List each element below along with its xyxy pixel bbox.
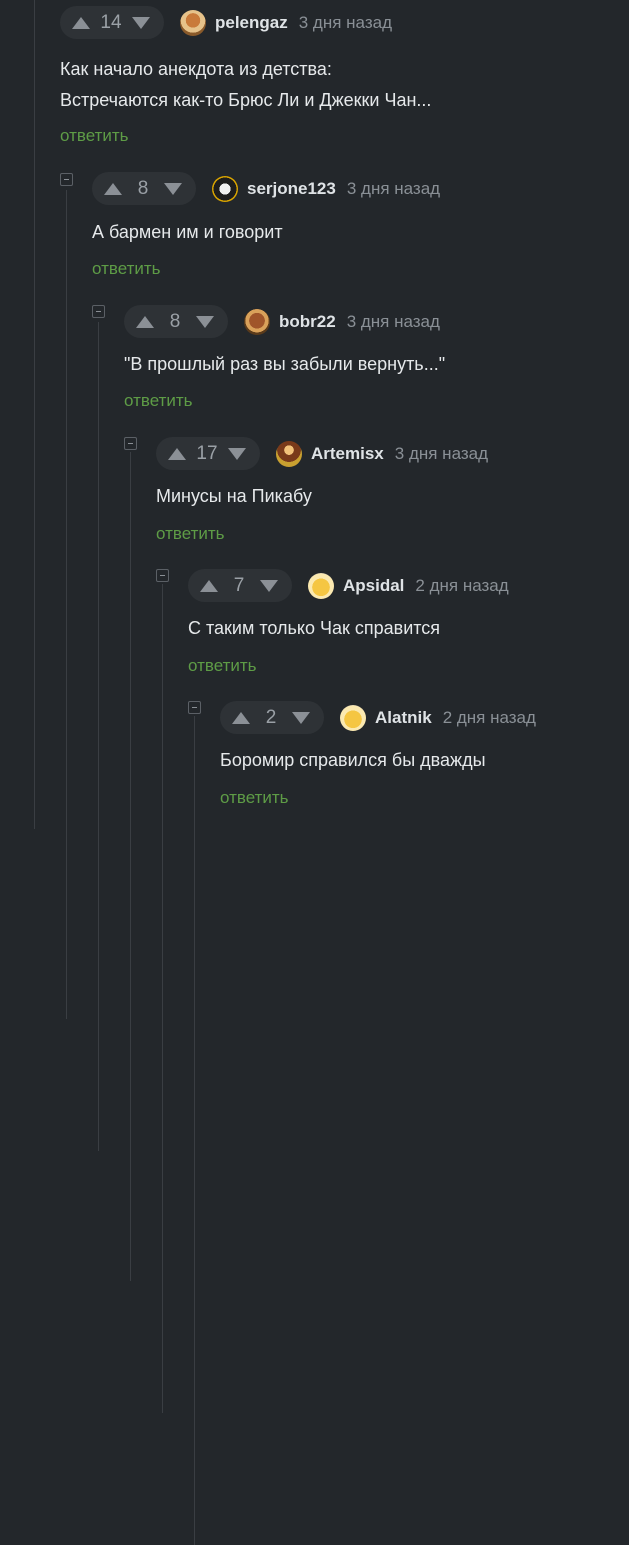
avatar[interactable] (180, 9, 206, 36)
thread-line (98, 322, 99, 1151)
collapse-button[interactable] (60, 173, 73, 186)
rating-control: 2 (220, 701, 324, 734)
comment-text-line: А бармен им и говорит (92, 222, 283, 242)
comment-time[interactable]: 2 дня назад (415, 576, 508, 596)
thread-line (162, 584, 163, 1413)
reply-link[interactable]: ответить (60, 126, 129, 146)
downvote-icon[interactable] (164, 182, 182, 195)
thread-line (194, 716, 195, 1545)
avatar[interactable] (244, 308, 270, 335)
thread-line (66, 190, 67, 1019)
collapse-button[interactable] (156, 569, 169, 582)
reply-link[interactable]: ответить (156, 524, 225, 544)
rating-count: 8 (169, 310, 181, 332)
rating-control: 7 (188, 569, 292, 602)
comment-time[interactable]: 3 дня назад (347, 312, 440, 332)
rating-count: 17 (196, 442, 218, 464)
thread-line (34, 0, 35, 829)
rating-control: 8 (124, 305, 228, 338)
collapse-button[interactable] (92, 305, 105, 318)
downvote-icon[interactable] (260, 579, 278, 592)
comment-text-line: "В прошлый раз вы забыли вернуть..." (124, 354, 446, 374)
downvote-icon[interactable] (132, 16, 150, 29)
comment-time[interactable]: 2 дня назад (443, 708, 536, 728)
author-name[interactable]: Alatnik (375, 708, 432, 728)
thread-line (130, 452, 131, 1281)
upvote-icon[interactable] (168, 447, 186, 460)
comment-time[interactable]: 3 дня назад (299, 13, 392, 33)
avatar[interactable] (212, 175, 238, 202)
reply-link[interactable]: ответить (124, 391, 193, 411)
comment-text-line: Минусы на Пикабу (156, 486, 312, 506)
upvote-icon[interactable] (200, 579, 218, 592)
avatar[interactable] (276, 440, 302, 467)
comment-time[interactable]: 3 дня назад (347, 179, 440, 199)
author-name[interactable]: serjone123 (247, 179, 336, 199)
rating-count: 14 (100, 11, 122, 33)
avatar[interactable] (308, 572, 334, 599)
downvote-icon[interactable] (228, 447, 246, 460)
rating-count: 2 (265, 706, 277, 728)
collapse-button[interactable] (124, 437, 137, 450)
avatar[interactable] (340, 704, 366, 731)
comment-time[interactable]: 3 дня назад (395, 444, 488, 464)
author-name[interactable]: pelengaz (215, 13, 288, 33)
comment-text-line: Встречаются как-то Брюс Ли и Джекки Чан.… (60, 90, 432, 110)
reply-link[interactable]: ответить (92, 259, 161, 279)
rating-control: 8 (92, 172, 196, 205)
upvote-icon[interactable] (136, 315, 154, 328)
author-name[interactable]: Artemisx (311, 444, 384, 464)
reply-link[interactable]: ответить (188, 656, 257, 676)
reply-link[interactable]: ответить (220, 788, 289, 808)
comment-text-line: Как начало анекдота из детства: (60, 59, 332, 79)
collapse-button[interactable] (188, 701, 201, 714)
author-name[interactable]: bobr22 (279, 312, 336, 332)
downvote-icon[interactable] (196, 315, 214, 328)
comment-text-line: Боромир справился бы дважды (220, 750, 486, 770)
upvote-icon[interactable] (104, 182, 122, 195)
upvote-icon[interactable] (72, 16, 90, 29)
comment-text-line: С таким только Чак справится (188, 618, 441, 638)
rating-count: 8 (137, 177, 149, 199)
upvote-icon[interactable] (232, 711, 250, 724)
rating-control: 14 (60, 6, 164, 39)
author-name[interactable]: Apsidal (343, 576, 404, 596)
downvote-icon[interactable] (292, 711, 310, 724)
rating-count: 7 (233, 574, 245, 596)
rating-control: 17 (156, 437, 260, 470)
